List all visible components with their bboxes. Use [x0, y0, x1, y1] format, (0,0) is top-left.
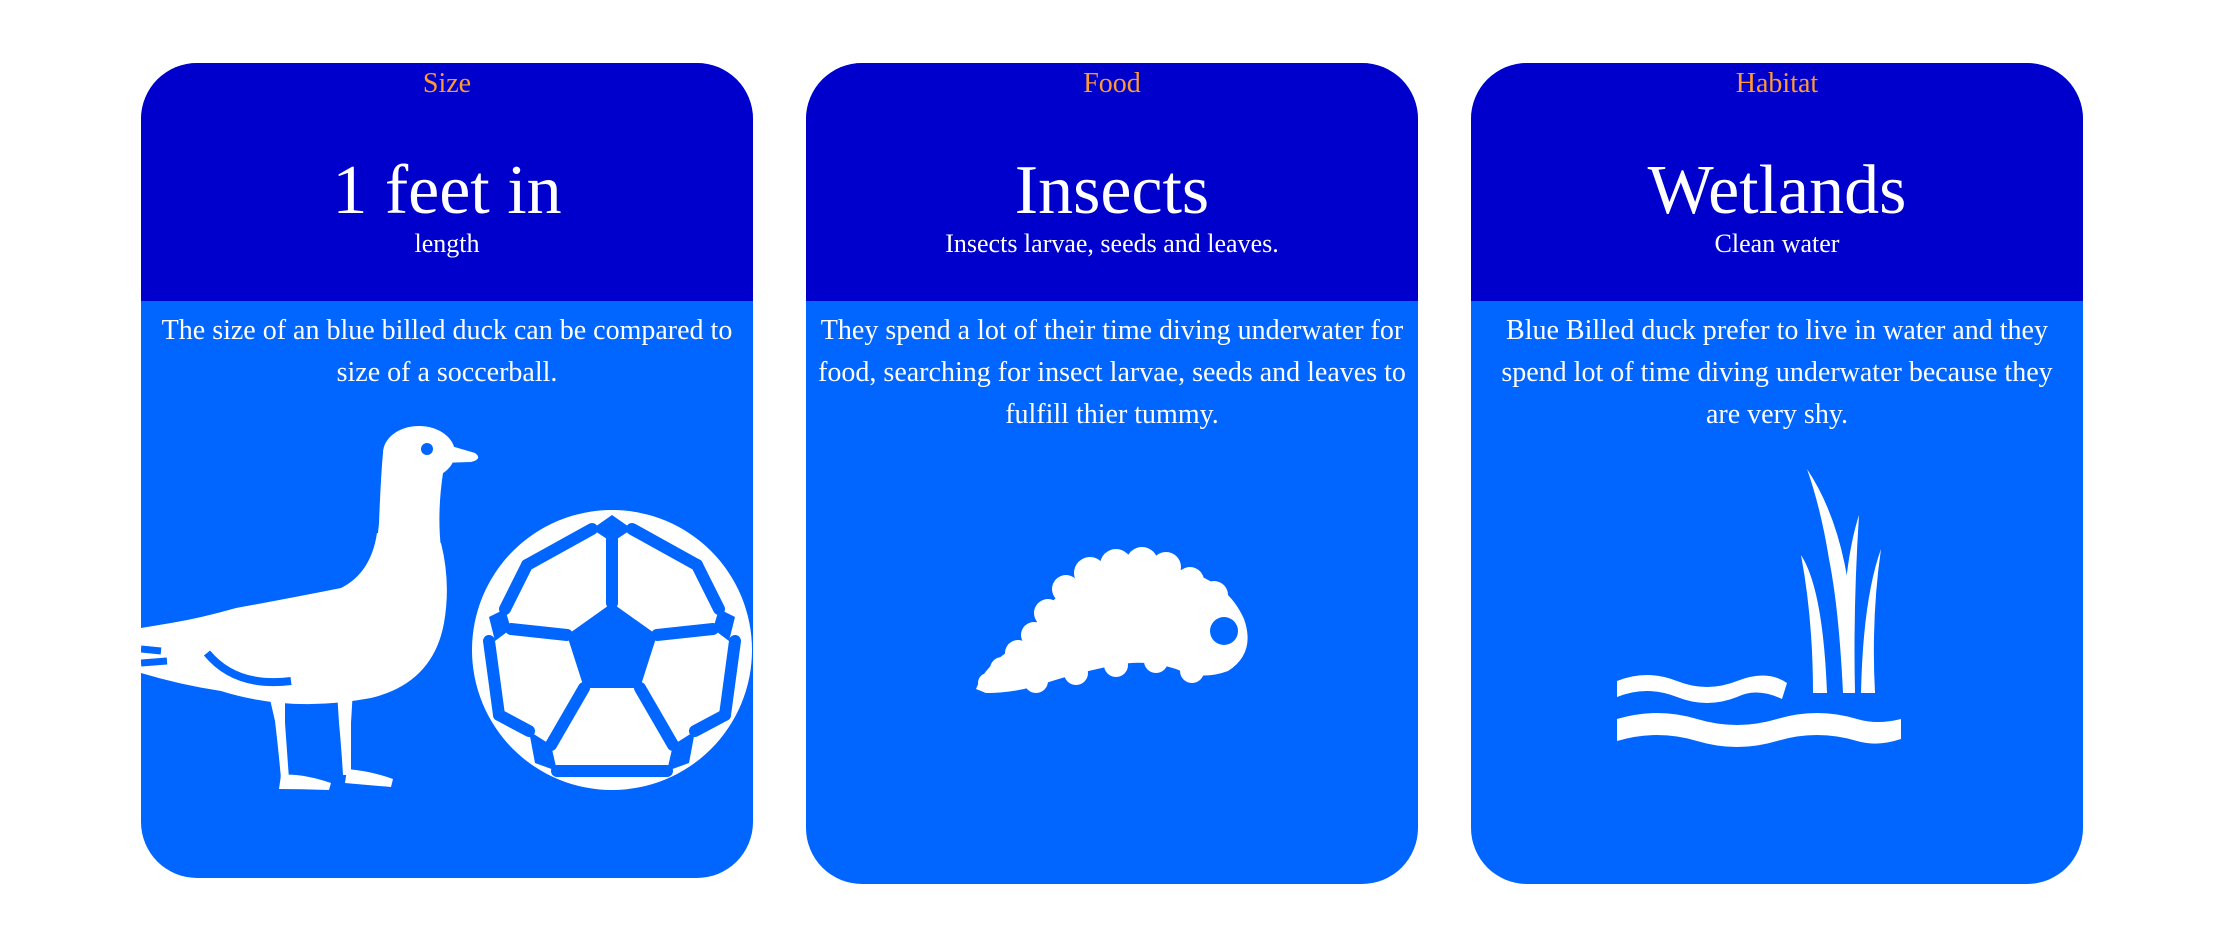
habitat-card-title: Wetlands	[1647, 152, 1907, 229]
food-card-subtitle: Insects larvae, seeds and leaves.	[945, 229, 1279, 258]
food-card-title: Insects	[1014, 152, 1210, 229]
duck-icon	[141, 426, 479, 790]
size-card-description: The size of an blue billed duck can be c…	[161, 315, 733, 388]
habitat-card-label: Habitat	[1735, 68, 1819, 99]
food-card: Food Insects Insects larvae, seeds and l…	[806, 63, 1418, 884]
habitat-card-subtitle: Clean water	[1714, 229, 1840, 258]
food-card-description: They spend a lot of their time diving un…	[818, 315, 1406, 430]
habitat-card-description: Blue Billed duck prefer to live in water…	[1501, 315, 2053, 430]
size-card-subtitle: length	[414, 229, 480, 258]
info-cards: Size 1 feet in length The size of an blu…	[0, 0, 2215, 944]
size-card: Size 1 feet in length The size of an blu…	[141, 63, 753, 878]
habitat-card: Habitat Wetlands Clean water Blue Billed…	[1471, 63, 2083, 884]
larva-icon	[976, 547, 1248, 693]
size-card-label: Size	[422, 68, 472, 99]
food-card-label: Food	[1083, 68, 1141, 99]
wetland-reeds-icon	[1617, 469, 1901, 747]
soccer-ball-icon	[472, 510, 752, 790]
size-card-title: 1 feet in	[332, 152, 562, 229]
